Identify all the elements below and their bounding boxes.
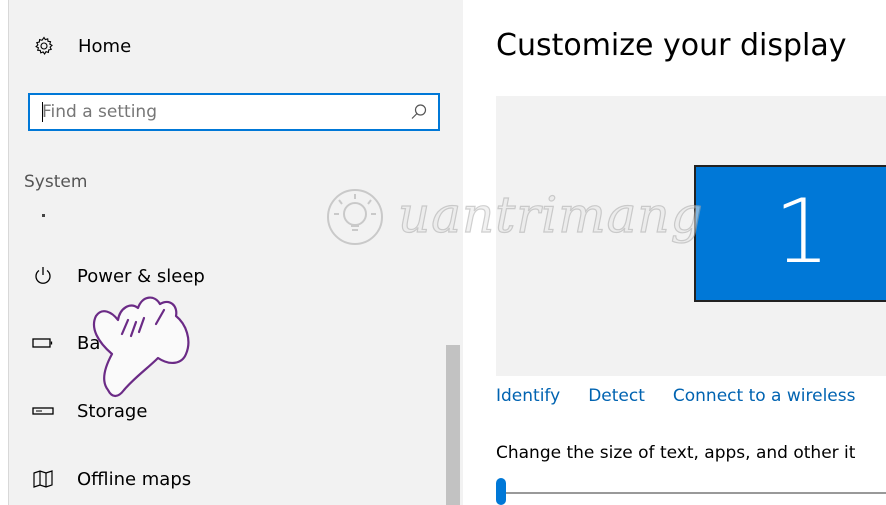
monitor-number: 1: [774, 180, 830, 283]
sidebar-home[interactable]: Home: [34, 31, 131, 61]
power-icon: [29, 265, 57, 287]
text-caret: [42, 102, 43, 122]
sidebar-item-offline-maps[interactable]: Offline maps: [23, 462, 423, 496]
page-title: Customize your display: [496, 28, 847, 63]
scale-slider-thumb[interactable]: [496, 478, 506, 505]
sidebar: Home System Po: [9, 0, 463, 505]
scroll-indicator-dot: [42, 214, 45, 217]
section-title: System: [24, 172, 88, 192]
sidebar-item-label: Ba: [77, 332, 101, 354]
gear-icon: [35, 36, 53, 55]
sidebar-item-label: Storage: [77, 400, 148, 422]
search-icon[interactable]: [410, 103, 428, 121]
identify-link[interactable]: Identify: [496, 386, 560, 406]
connect-wireless-link[interactable]: Connect to a wireless: [673, 386, 856, 406]
battery-icon: [29, 332, 57, 354]
display-links: Identify Detect Connect to a wireless: [496, 386, 883, 406]
detect-link[interactable]: Detect: [588, 386, 645, 406]
storage-icon: [29, 400, 57, 422]
sidebar-item-power-sleep[interactable]: Power & sleep: [23, 259, 423, 293]
sidebar-item-battery[interactable]: Ba: [23, 326, 423, 360]
sidebar-scrollbar-thumb[interactable]: [446, 345, 460, 505]
scale-label: Change the size of text, apps, and other…: [496, 443, 856, 463]
sidebar-item-label: Power & sleep: [77, 265, 205, 287]
scale-slider-track[interactable]: [496, 492, 886, 494]
sidebar-home-label: Home: [78, 35, 132, 57]
search-input[interactable]: [30, 95, 400, 129]
monitor-tile[interactable]: 1: [694, 165, 886, 302]
search-box: [28, 93, 440, 131]
settings-window: Home System Po: [0, 0, 886, 505]
map-icon: [29, 468, 57, 490]
sidebar-item-storage[interactable]: Storage: [23, 394, 423, 428]
sidebar-item-label: Offline maps: [77, 468, 192, 490]
